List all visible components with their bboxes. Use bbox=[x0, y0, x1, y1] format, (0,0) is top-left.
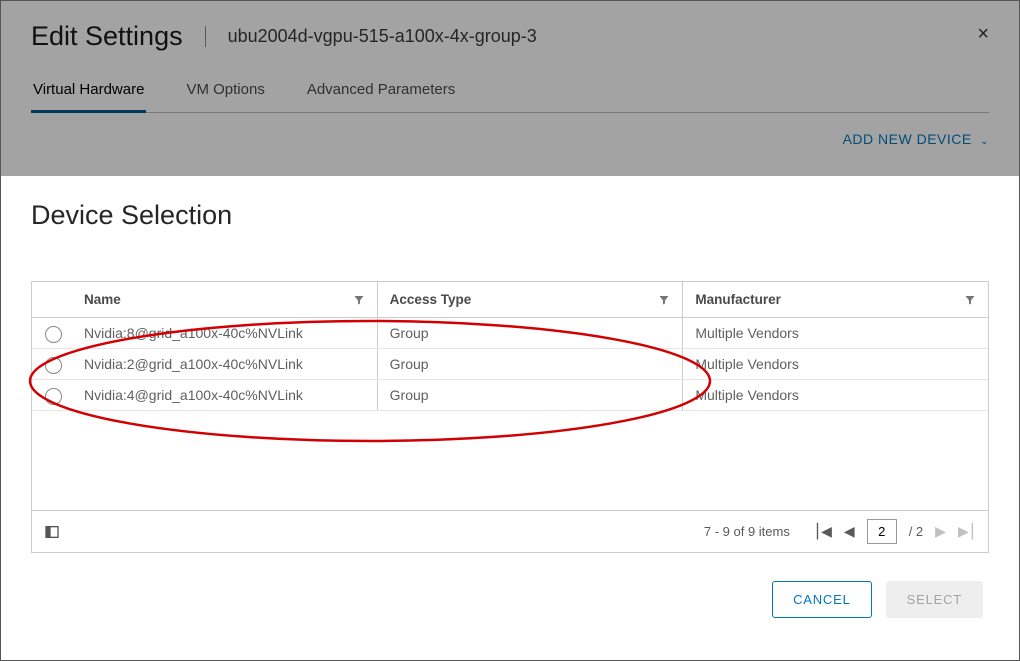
row-select-radio[interactable] bbox=[45, 388, 62, 405]
column-header-access: Access Type bbox=[378, 282, 684, 317]
column-header-access-label: Access Type bbox=[390, 292, 472, 307]
cell-manufacturer: Multiple Vendors bbox=[683, 349, 988, 379]
cell-name: Nvidia:4@grid_a100x-40c%NVLink bbox=[72, 380, 378, 410]
modal-backdrop-overlay bbox=[1, 1, 1019, 176]
filter-icon[interactable] bbox=[964, 294, 976, 306]
modal-actions: CANCEL SELECT bbox=[31, 553, 989, 618]
cancel-button[interactable]: CANCEL bbox=[772, 581, 872, 618]
pager-first-icon[interactable]: ⎮◀ bbox=[814, 523, 832, 540]
table-row: Nvidia:8@grid_a100x-40c%NVLink Group Mul… bbox=[32, 318, 988, 349]
table-row: Nvidia:4@grid_a100x-40c%NVLink Group Mul… bbox=[32, 380, 988, 411]
filter-icon[interactable] bbox=[353, 294, 365, 306]
cell-access: Group bbox=[378, 318, 684, 348]
column-header-manufacturer: Manufacturer bbox=[683, 282, 988, 317]
column-header-name: Name bbox=[72, 282, 378, 317]
pager-range: 7 - 9 of 9 items bbox=[704, 524, 790, 539]
table-header-row: Name Access Type Manufacturer bbox=[32, 282, 988, 318]
cell-name: Nvidia:2@grid_a100x-40c%NVLink bbox=[72, 349, 378, 379]
pager-last-icon[interactable]: ▶⎮ bbox=[958, 523, 976, 540]
pager-total: / 2 bbox=[909, 524, 923, 539]
cell-manufacturer: Multiple Vendors bbox=[683, 318, 988, 348]
modal-title: Device Selection bbox=[31, 200, 989, 231]
row-select-radio[interactable] bbox=[45, 357, 62, 374]
column-picker-icon[interactable] bbox=[44, 524, 60, 540]
select-column-header bbox=[32, 282, 72, 317]
table-body: Nvidia:8@grid_a100x-40c%NVLink Group Mul… bbox=[32, 318, 988, 510]
cell-access: Group bbox=[378, 380, 684, 410]
filter-icon[interactable] bbox=[658, 294, 670, 306]
cell-name: Nvidia:8@grid_a100x-40c%NVLink bbox=[72, 318, 378, 348]
select-button[interactable]: SELECT bbox=[886, 581, 983, 618]
column-header-manufacturer-label: Manufacturer bbox=[695, 292, 781, 307]
column-header-name-label: Name bbox=[84, 292, 121, 307]
table-row: Nvidia:2@grid_a100x-40c%NVLink Group Mul… bbox=[32, 349, 988, 380]
pager-prev-icon[interactable]: ◀ bbox=[844, 523, 855, 540]
pager-page-input[interactable] bbox=[867, 519, 897, 544]
cell-manufacturer: Multiple Vendors bbox=[683, 380, 988, 410]
table-footer: 7 - 9 of 9 items ⎮◀ ◀ / 2 ▶ ▶⎮ bbox=[32, 510, 988, 552]
row-select-radio[interactable] bbox=[45, 326, 62, 343]
pager: ⎮◀ ◀ / 2 ▶ ▶⎮ bbox=[814, 519, 976, 544]
cell-access: Group bbox=[378, 349, 684, 379]
device-selection-modal: Device Selection Name Access Type Manufa… bbox=[1, 176, 1019, 660]
device-table: Name Access Type Manufacturer Nvidia:8@g… bbox=[31, 281, 989, 553]
pager-next-icon[interactable]: ▶ bbox=[935, 523, 946, 540]
